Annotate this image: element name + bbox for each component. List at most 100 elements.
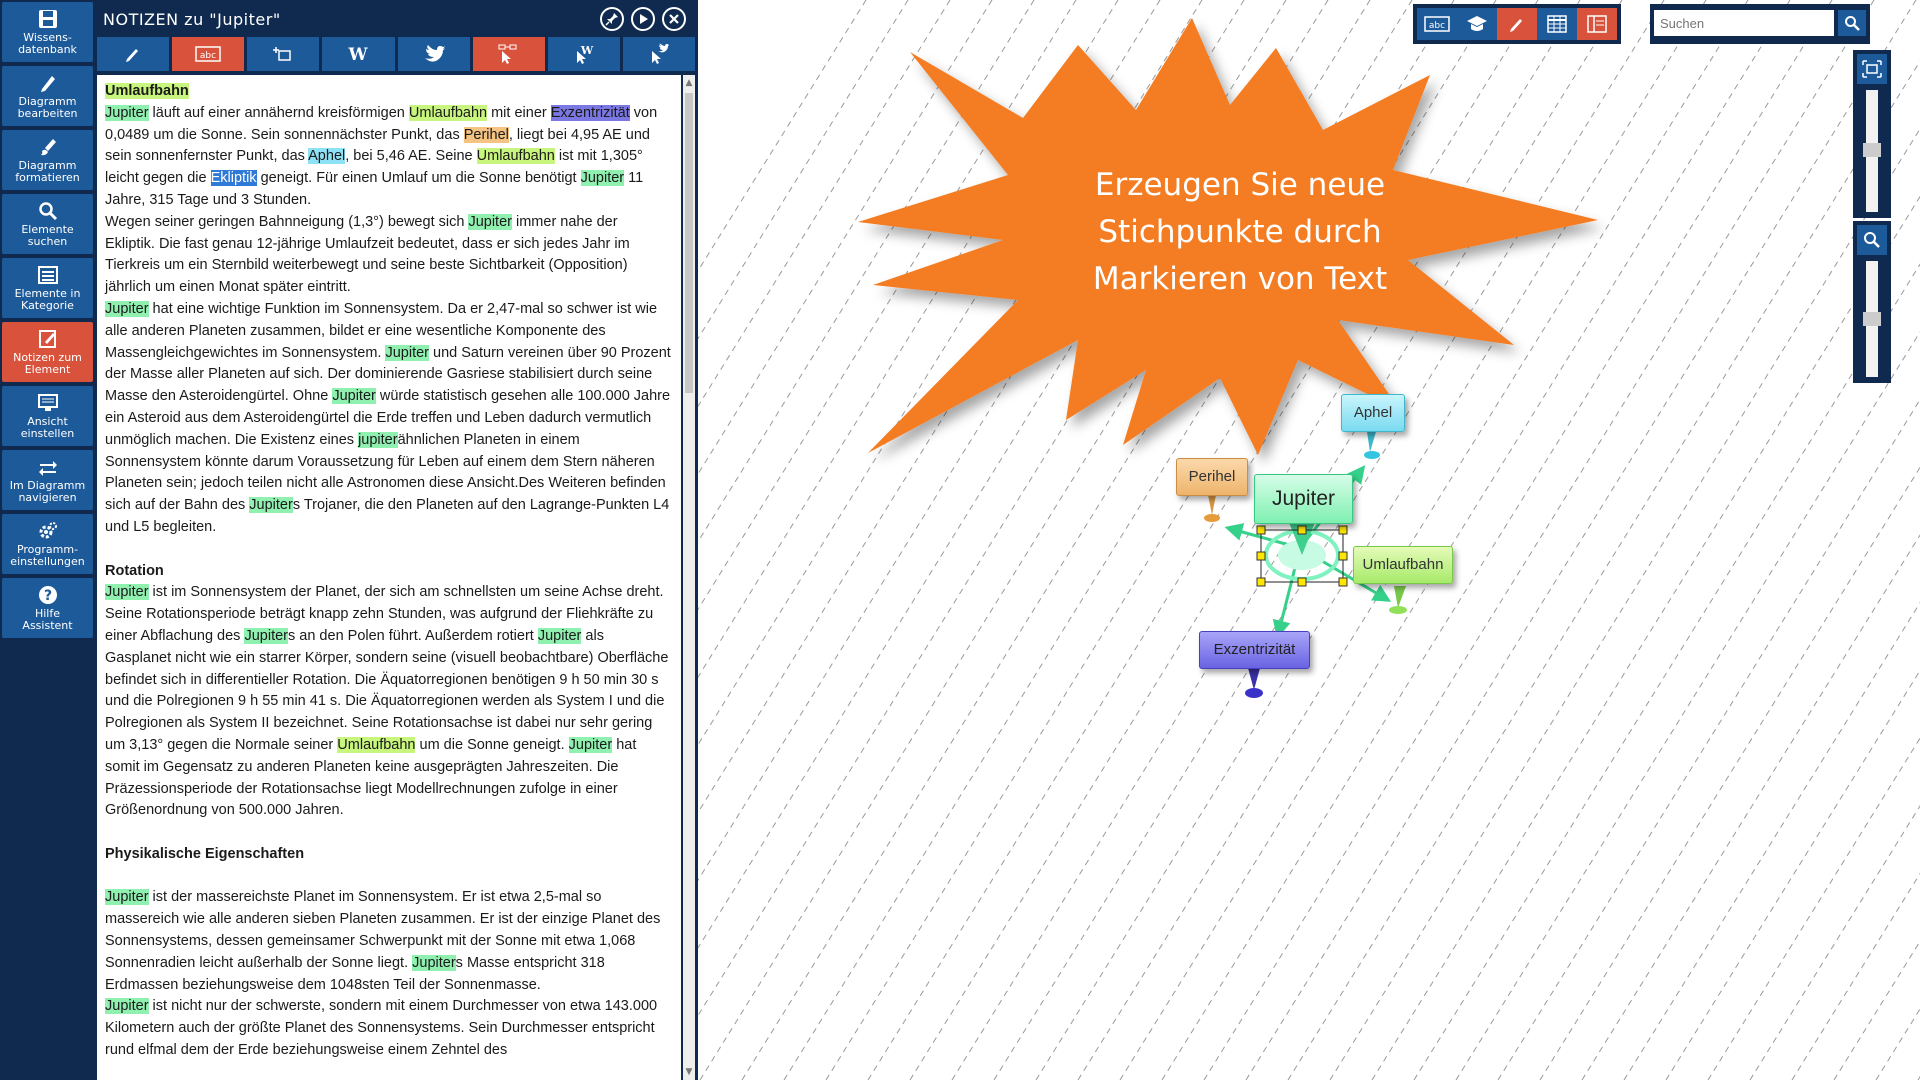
panel-icon <box>1587 15 1607 33</box>
notes-text-area[interactable]: Umlaufbahn Jupiter läuft auf einer annäh… <box>97 75 681 1080</box>
cursor-wikipedia-icon: W <box>576 44 594 64</box>
help-icon: ? <box>38 586 57 604</box>
sidebar-item-diagramm-formatieren[interactable]: Diagramm formatieren <box>2 130 93 190</box>
notes-toolbar-wikipedia-cursor-button[interactable]: W <box>547 37 620 71</box>
sidebar-item-label: Im Diagramm navigieren <box>9 479 86 504</box>
sidebar-item-label: Ansicht einstellen <box>20 415 75 440</box>
keyword-highlight[interactable]: Jupiter <box>249 497 293 514</box>
cursor-twitter-icon <box>651 43 669 64</box>
sidebar-item-wissensdatenbank[interactable]: Wissens- datenbank <box>2 2 93 62</box>
sidebar-item-label: Notizen zum Element <box>13 351 82 376</box>
abc-icon: abc <box>195 46 221 62</box>
zoom-button[interactable] <box>1857 225 1887 255</box>
keyword-highlight[interactable]: Aphel <box>308 148 346 165</box>
zoom-slider[interactable] <box>1863 261 1881 377</box>
keyword-highlight[interactable]: Jupiter <box>105 889 149 906</box>
notes-scrollbar[interactable]: ▲ ▼ <box>683 75 695 1080</box>
abc-icon: abc <box>1424 16 1450 32</box>
search-box <box>1650 4 1870 44</box>
keyword-highlight[interactable]: Perihel <box>463 126 509 143</box>
keyword-highlight[interactable]: Jupiter <box>468 213 512 230</box>
toolbar-pencil-button[interactable] <box>1497 8 1537 40</box>
keyword-highlight[interactable]: Jupiter <box>105 998 149 1015</box>
keyword-highlight[interactable]: Umlaufbahn <box>337 736 416 753</box>
keyword-highlight[interactable]: Ekliptik <box>210 170 257 187</box>
keyword-highlight[interactable]: Umlaufbahn <box>476 148 555 165</box>
sidebar-item-hilfe-assistent[interactable]: ? Hilfe Assistent <box>2 578 93 638</box>
graduation-cap-icon <box>1467 16 1487 31</box>
diagram-canvas[interactable]: Erzeugen Sie neue Stichpunkte durch Mark… <box>698 0 1920 1080</box>
sidebar-item-elemente-in-kategorie[interactable]: Elemente in Kategorie <box>2 258 93 318</box>
node-perihel[interactable]: Perihel <box>1176 458 1248 496</box>
sidebar-item-elemente-suchen[interactable]: Elemente suchen <box>2 194 93 254</box>
notes-toolbar-twitter-cursor-button[interactable] <box>622 37 695 71</box>
svg-text:W: W <box>348 45 369 64</box>
play-icon[interactable] <box>631 7 655 31</box>
section-heading-rotation: Rotation <box>105 562 164 579</box>
fit-to-screen-button[interactable] <box>1857 54 1887 84</box>
keyword-highlight[interactable]: Jupiter <box>244 627 288 644</box>
scroll-down-icon[interactable]: ▼ <box>683 1066 695 1078</box>
notes-paragraph[interactable]: Jupiter hat eine wichtige Funktion im So… <box>105 299 671 539</box>
search-input[interactable] <box>1654 10 1834 36</box>
search-icon <box>38 202 57 221</box>
notes-toolbar-structure-cursor-button[interactable] <box>472 37 545 71</box>
node-aphel[interactable]: Aphel <box>1341 394 1405 432</box>
close-icon[interactable] <box>662 7 686 31</box>
sidebar-item-ansicht-einstellen[interactable]: Ansicht einstellen <box>2 386 93 446</box>
notes-paragraph[interactable]: Jupiter läuft auf einer annähernd kreisf… <box>105 103 671 212</box>
keyword-highlight[interactable]: Jupiter <box>105 300 149 317</box>
notes-panel: NOTIZEN zu "Jupiter" abc W W Umlaufbahn … <box>95 0 698 1080</box>
keyword-highlight[interactable]: Jupiter <box>385 344 429 361</box>
toolbar-abc-button[interactable]: abc <box>1417 8 1457 40</box>
pencil-icon <box>126 49 139 62</box>
zoom-slider-thumb[interactable] <box>1863 312 1881 326</box>
scroll-up-icon[interactable]: ▲ <box>683 77 695 89</box>
section-heading-physikalische-eigenschaften: Physikalische Eigenschaften <box>105 845 305 862</box>
notes-paragraph[interactable]: Jupiter ist im Sonnensystem der Planet, … <box>105 582 671 822</box>
pin-icon[interactable] <box>600 7 624 31</box>
sidebar-item-diagramm-bearbeiten[interactable]: Diagramm bearbeiten <box>2 66 93 126</box>
keyword-highlight[interactable]: Jupiter <box>332 388 376 405</box>
sidebar-item-im-diagramm-navigieren[interactable]: Im Diagramm navigieren <box>2 450 93 510</box>
notes-toolbar-twitter-button[interactable] <box>397 37 470 71</box>
keyword-highlight[interactable]: Exzentrizität <box>550 104 630 121</box>
node-exzentrizitaet[interactable]: Exzentrizität <box>1199 631 1310 669</box>
keyword-highlight[interactable]: Jupiter <box>105 104 149 121</box>
search-button[interactable] <box>1838 10 1866 36</box>
notes-toolbar-wikipedia-button[interactable]: W <box>322 37 395 71</box>
sidebar-item-notizen-zum-element[interactable]: Notizen zum Element <box>2 322 93 382</box>
node-jupiter-center[interactable]: Jupiter <box>1254 474 1353 524</box>
keyword-highlight[interactable]: jupiter <box>358 431 398 448</box>
keyword-highlight[interactable]: Jupiter <box>412 954 456 971</box>
fit-zoom-panel <box>1853 50 1891 218</box>
notes-scroll-thumb[interactable] <box>685 93 693 393</box>
toolbar-learn-button[interactable] <box>1457 8 1497 40</box>
node-umlaufbahn[interactable]: Umlaufbahn <box>1353 546 1453 584</box>
keyword-highlight[interactable]: Umlaufbahn <box>408 104 488 121</box>
navigate-arrows-icon <box>38 461 57 476</box>
notes-paragraph[interactable]: Jupiter ist der massereichste Planet im … <box>105 887 671 996</box>
sidebar-item-label: Diagramm formatieren <box>15 159 80 184</box>
notes-toolbar-add-node-button[interactable] <box>247 37 320 71</box>
keyword-highlight[interactable]: Jupiter <box>537 627 582 644</box>
fit-zoom-slider[interactable] <box>1863 90 1881 212</box>
keyword-highlight[interactable]: Jupiter <box>568 736 613 753</box>
canvas-top-toolbar: abc <box>1413 4 1621 44</box>
keyword-highlight[interactable]: Jupiter <box>105 584 149 601</box>
notes-toolbar: abc W W <box>97 37 695 71</box>
crop-add-icon <box>273 47 292 61</box>
text-segment: mit einer <box>487 104 551 121</box>
cursor-structure-icon <box>498 44 517 64</box>
toolbar-panel-button[interactable] <box>1577 8 1617 40</box>
notes-toolbar-pencil-button[interactable] <box>97 37 170 71</box>
notes-paragraph[interactable]: Wegen seiner geringen Bahnneigung (1,3°)… <box>105 212 671 299</box>
notes-paragraph[interactable]: Jupiter ist nicht nur der schwerste, son… <box>105 996 671 1061</box>
keyword-highlight[interactable]: Jupiter <box>580 170 625 187</box>
fit-zoom-slider-thumb[interactable] <box>1863 143 1881 157</box>
sidebar-item-programmeinstellungen[interactable]: Programm- einstellungen <box>2 514 93 574</box>
toolbar-table-button[interactable] <box>1537 8 1577 40</box>
notes-toolbar-abc-button[interactable]: abc <box>172 37 245 71</box>
sidebar-item-label: Hilfe Assistent <box>22 607 73 632</box>
text-segment: , bei 5,46 AE. Seine <box>345 148 477 165</box>
